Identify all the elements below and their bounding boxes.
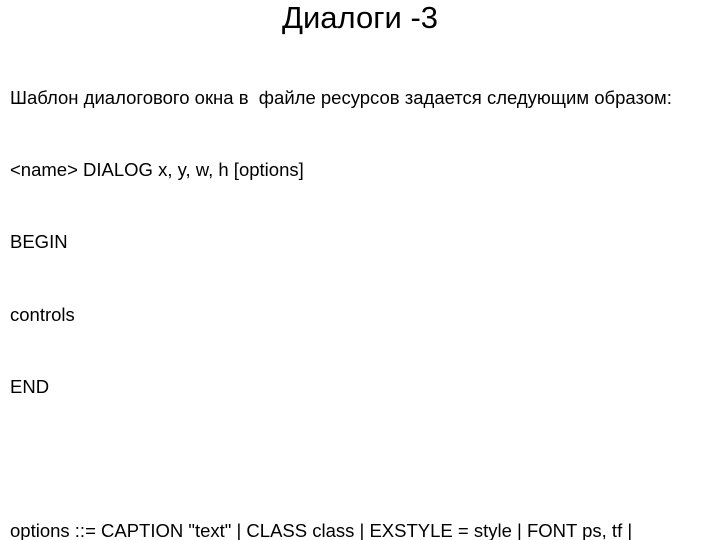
text-line: controls [10,303,710,327]
slide: Диалоги -3 Шаблон диалогового окна в фай… [0,0,720,540]
template-description: Шаблон диалогового окна в файле ресурсов… [0,38,720,540]
text-line: END [10,375,710,399]
text-line: <name> DIALOG x, y, w, h [options] [10,158,710,182]
text-line: BEGIN [10,230,710,254]
text-line: Шаблон диалогового окна в файле ресурсов… [10,86,710,110]
blank-line [10,447,710,471]
text-line: options ::= CAPTION "text" | CLASS class… [10,519,710,540]
page-title: Диалоги -3 [0,0,720,36]
